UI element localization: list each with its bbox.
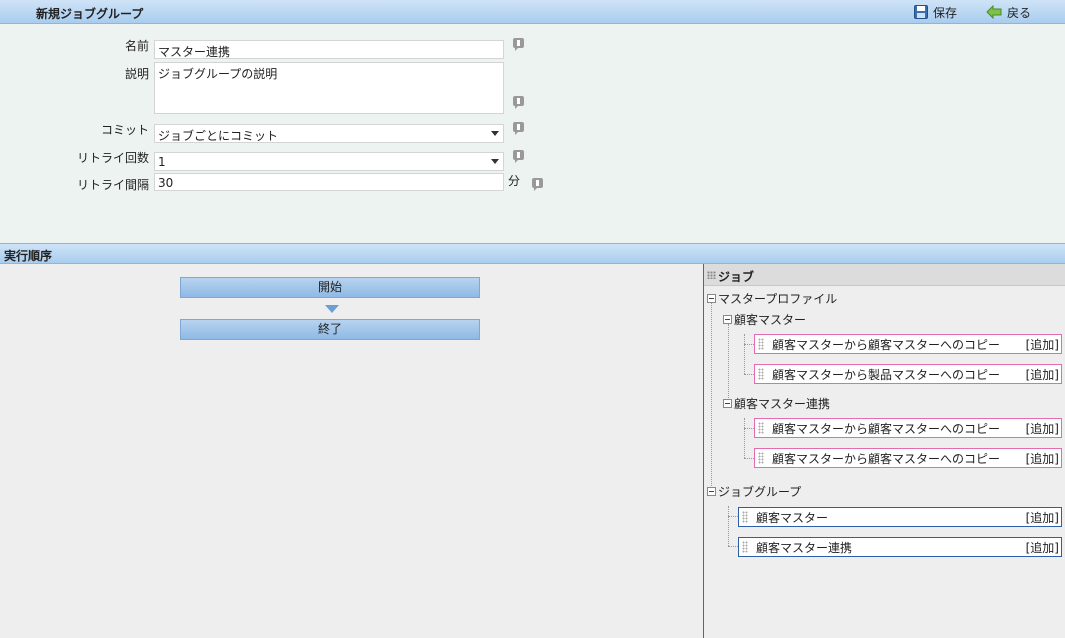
tree-line xyxy=(728,506,729,546)
back-button[interactable]: 戻る xyxy=(986,3,1031,21)
retry-interval-unit: 分 xyxy=(508,174,521,188)
add-button[interactable]: [追加] xyxy=(1026,366,1059,383)
chevron-down-icon xyxy=(491,159,499,164)
collapse-icon[interactable] xyxy=(707,487,716,496)
drag-grip-icon[interactable] xyxy=(707,271,716,279)
info-icon[interactable] xyxy=(513,150,524,163)
collapse-icon[interactable] xyxy=(723,399,732,408)
drag-grip-icon[interactable] xyxy=(742,541,748,553)
tree-line xyxy=(711,302,712,490)
add-button[interactable]: [追加] xyxy=(1026,450,1059,467)
retry-interval-input[interactable]: 30 xyxy=(154,173,504,191)
tree-line xyxy=(744,374,754,375)
tree-node-label: 顧客マスター連携 xyxy=(734,397,831,411)
tree-node-customer-master[interactable]: 顧客マスター xyxy=(723,311,806,328)
execution-order-header: 実行順序 xyxy=(0,243,1065,264)
description-textarea[interactable]: ジョブグループの説明 xyxy=(154,62,504,114)
jobs-panel-header: ジョブ xyxy=(704,264,1065,286)
chevron-down-icon xyxy=(491,131,499,136)
tree-line xyxy=(744,458,754,459)
jobgroup-item[interactable]: 顧客マスター [追加] xyxy=(738,507,1062,527)
back-arrow-icon xyxy=(986,5,1002,19)
tree-node-label: ジョブグループ xyxy=(718,485,802,499)
tree-line xyxy=(744,418,745,458)
description-label: 説明 xyxy=(124,67,149,81)
page-title: 新規ジョブグループ xyxy=(36,7,144,21)
tree-node-label: マスタープロファイル xyxy=(718,292,838,306)
name-label: 名前 xyxy=(124,39,149,53)
add-button[interactable]: [追加] xyxy=(1026,336,1059,353)
info-icon[interactable] xyxy=(513,96,524,109)
job-item-label: 顧客マスターから顧客マスターへのコピー xyxy=(772,337,1001,352)
retry-count-select[interactable]: 1 xyxy=(154,152,504,171)
commit-select[interactable]: ジョブごとにコミット xyxy=(154,124,504,143)
commit-select-value: ジョブごとにコミット xyxy=(158,129,279,143)
flow-arrow-icon xyxy=(325,305,339,313)
tree-node-label: 顧客マスター xyxy=(734,313,807,327)
drag-grip-icon[interactable] xyxy=(742,511,748,523)
drag-grip-icon[interactable] xyxy=(758,368,764,380)
tree-line xyxy=(744,334,745,374)
add-button[interactable]: [追加] xyxy=(1026,539,1059,556)
tree-line xyxy=(744,344,754,345)
start-node[interactable]: 開始 xyxy=(180,277,480,298)
job-item-label: 顧客マスターから顧客マスターへのコピー xyxy=(772,451,1001,466)
job-item[interactable]: 顧客マスターから顧客マスターへのコピー [追加] xyxy=(754,418,1062,438)
collapse-icon[interactable] xyxy=(723,315,732,324)
job-item[interactable]: 顧客マスターから顧客マスターへのコピー [追加] xyxy=(754,448,1062,468)
end-node[interactable]: 終了 xyxy=(180,319,480,340)
job-item-label: 顧客マスターから顧客マスターへのコピー xyxy=(772,421,1001,436)
jobgroup-item[interactable]: 顧客マスター連携 [追加] xyxy=(738,537,1062,557)
job-item[interactable]: 顧客マスターから顧客マスターへのコピー [追加] xyxy=(754,334,1062,354)
floppy-disk-icon xyxy=(914,5,928,19)
drag-grip-icon[interactable] xyxy=(758,338,764,350)
name-input[interactable]: マスター連携 xyxy=(154,40,504,59)
tree-line xyxy=(728,546,738,547)
execution-order-title: 実行順序 xyxy=(4,249,53,263)
retry-count-value: 1 xyxy=(158,155,166,169)
job-item-label: 顧客マスターから製品マスターへのコピー xyxy=(772,367,1001,382)
collapse-icon[interactable] xyxy=(707,294,716,303)
tree-line xyxy=(744,428,754,429)
info-icon[interactable] xyxy=(532,178,543,191)
tree-line xyxy=(728,516,738,517)
add-button[interactable]: [追加] xyxy=(1026,420,1059,437)
info-icon[interactable] xyxy=(513,38,524,51)
tree-node-customer-master-link[interactable]: 顧客マスター連携 xyxy=(723,395,830,412)
jobgroup-item-label: 顧客マスター xyxy=(756,510,829,525)
tree-line xyxy=(728,324,729,406)
jobgroup-item-label: 顧客マスター連携 xyxy=(756,540,853,555)
commit-label: コミット xyxy=(100,123,149,137)
jobs-panel: ジョブ マスタープロファイル 顧客マスター 顧客マスターから顧客マスターへのコピ… xyxy=(704,264,1065,638)
tree-node-job-group[interactable]: ジョブグループ xyxy=(707,483,801,500)
drag-grip-icon[interactable] xyxy=(758,452,764,464)
back-button-label: 戻る xyxy=(1007,5,1032,20)
retry-interval-label: リトライ間隔 xyxy=(76,178,149,192)
retry-count-label: リトライ回数 xyxy=(76,151,149,165)
title-bar: 新規ジョブグループ 保存 戻る xyxy=(0,0,1065,24)
jobs-panel-title: ジョブ xyxy=(718,270,755,284)
job-item[interactable]: 顧客マスターから製品マスターへのコピー [追加] xyxy=(754,364,1062,384)
info-icon[interactable] xyxy=(513,122,524,135)
drag-grip-icon[interactable] xyxy=(758,422,764,434)
tree-node-master-profile[interactable]: マスタープロファイル xyxy=(707,290,837,307)
add-button[interactable]: [追加] xyxy=(1026,509,1059,526)
save-button[interactable]: 保存 xyxy=(914,3,957,21)
job-group-form: 名前 マスター連携 説明 ジョブグループの説明 コミット ジョブごとにコミット … xyxy=(0,24,1065,243)
save-button-label: 保存 xyxy=(933,5,958,20)
